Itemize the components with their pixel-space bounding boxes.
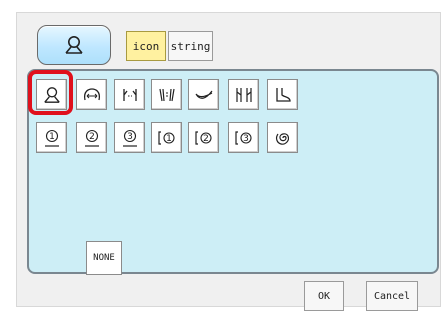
tab-icon[interactable]: icon — [126, 31, 166, 61]
tab-string[interactable]: string — [168, 31, 213, 61]
leg-width-icon — [235, 87, 252, 102]
palette-item-neck-width[interactable] — [114, 79, 145, 110]
ok-button[interactable]: OK — [304, 281, 344, 311]
tab-string-label: string — [170, 39, 211, 53]
palette-item-head-1[interactable]: 1 — [36, 122, 67, 153]
palette-item-boot[interactable] — [267, 79, 298, 110]
bracket-three-icon: 3 — [234, 130, 252, 145]
palette-item-person[interactable] — [36, 79, 67, 110]
svg-text:3: 3 — [127, 132, 133, 142]
svg-text:2: 2 — [203, 134, 209, 144]
dialog-frame: icon string 1 2 3 1 2 3 NONE OK Cancel — [16, 12, 441, 311]
hip-curve-icon — [194, 90, 212, 99]
head-width-icon — [83, 87, 100, 100]
bracket-two-icon: 2 — [194, 130, 212, 145]
palette-item-bracket-1[interactable]: 1 — [151, 122, 182, 153]
cancel-button-label: Cancel — [373, 290, 411, 302]
cancel-button[interactable]: Cancel — [366, 281, 418, 311]
tab-icon-label: icon — [132, 39, 160, 53]
palette-item-bracket-3[interactable]: 3 — [228, 122, 259, 153]
selected-icon-button[interactable] — [37, 25, 111, 65]
person-icon — [65, 36, 83, 54]
svg-text:3: 3 — [243, 134, 249, 144]
palette-item-spiral[interactable] — [267, 122, 298, 153]
boot-icon — [275, 87, 291, 102]
ok-button-label: OK — [317, 290, 331, 302]
palette-item-hip-curve[interactable] — [188, 79, 219, 110]
none-button[interactable]: NONE — [86, 241, 122, 275]
circled-two-head-icon: 2 — [84, 129, 99, 147]
neck-width-icon — [122, 88, 137, 101]
svg-text:1: 1 — [49, 132, 55, 142]
palette-item-head-width[interactable] — [76, 79, 107, 110]
palette-item-chest-width[interactable] — [151, 79, 182, 110]
none-button-label: NONE — [93, 253, 115, 263]
palette-item-bracket-2[interactable]: 2 — [188, 122, 219, 153]
palette-item-head-2[interactable]: 2 — [76, 122, 107, 153]
circled-one-head-icon: 1 — [44, 129, 59, 147]
svg-text:1: 1 — [166, 134, 172, 144]
bracket-one-icon: 1 — [157, 130, 175, 145]
palette-item-head-3[interactable]: 3 — [114, 122, 145, 153]
circled-three-head-icon: 3 — [122, 129, 137, 147]
palette-item-leg-width[interactable] — [228, 79, 259, 110]
spiral-icon — [275, 132, 289, 145]
person-icon — [43, 86, 60, 103]
chest-width-icon — [158, 88, 175, 101]
svg-text:2: 2 — [89, 132, 95, 142]
